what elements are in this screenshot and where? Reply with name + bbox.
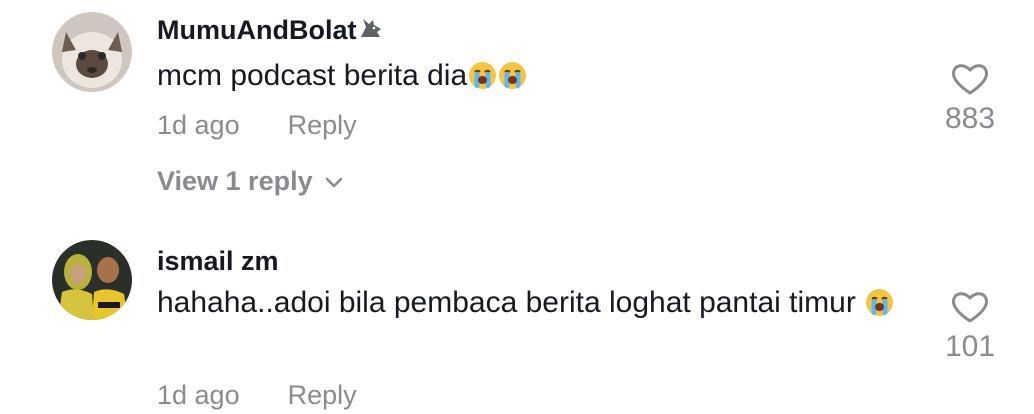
heart-icon[interactable] — [951, 62, 989, 96]
comment-username[interactable]: MumuAndBolat — [157, 15, 384, 48]
comment-text: hahaha..adoi bila pembaca berita loghat … — [157, 282, 917, 324]
view-replies-button[interactable]: View 1 reply — [157, 166, 343, 197]
heart-icon[interactable] — [951, 290, 989, 324]
comment-time: 1d ago — [157, 380, 240, 410]
comment-time: 1d ago — [157, 110, 240, 140]
reply-button[interactable]: Reply — [288, 110, 357, 140]
comment-text: mcm podcast berita dia — [157, 55, 917, 97]
like-control: 883 — [925, 62, 1015, 136]
username-text: ismail zm — [157, 246, 279, 276]
loudly-crying-face-icon — [865, 287, 894, 316]
comment-meta: 1d ago Reply — [157, 380, 357, 411]
like-count: 883 — [944, 102, 996, 135]
comment-username[interactable]: ismail zm — [157, 246, 279, 277]
view-replies-label: View 1 reply — [157, 166, 313, 196]
chevron-down-icon — [325, 177, 342, 188]
comment-text-content: hahaha..adoi bila pembaca berita loghat … — [157, 286, 856, 319]
wolf-emoji-icon — [358, 15, 384, 48]
username-text: MumuAndBolat — [157, 15, 357, 45]
couple-avatar-image — [52, 240, 132, 320]
avatar[interactable] — [52, 240, 132, 320]
loudly-crying-face-icon — [468, 60, 497, 89]
loudly-crying-face-icon — [498, 60, 527, 89]
like-control: 101 — [925, 290, 1015, 364]
cat-avatar-image — [52, 12, 132, 92]
comment-meta: 1d ago Reply — [157, 110, 357, 141]
comment-text-content: mcm podcast berita dia — [157, 59, 468, 92]
reply-button[interactable]: Reply — [288, 380, 357, 410]
like-count: 101 — [944, 330, 996, 363]
avatar[interactable] — [52, 12, 132, 92]
